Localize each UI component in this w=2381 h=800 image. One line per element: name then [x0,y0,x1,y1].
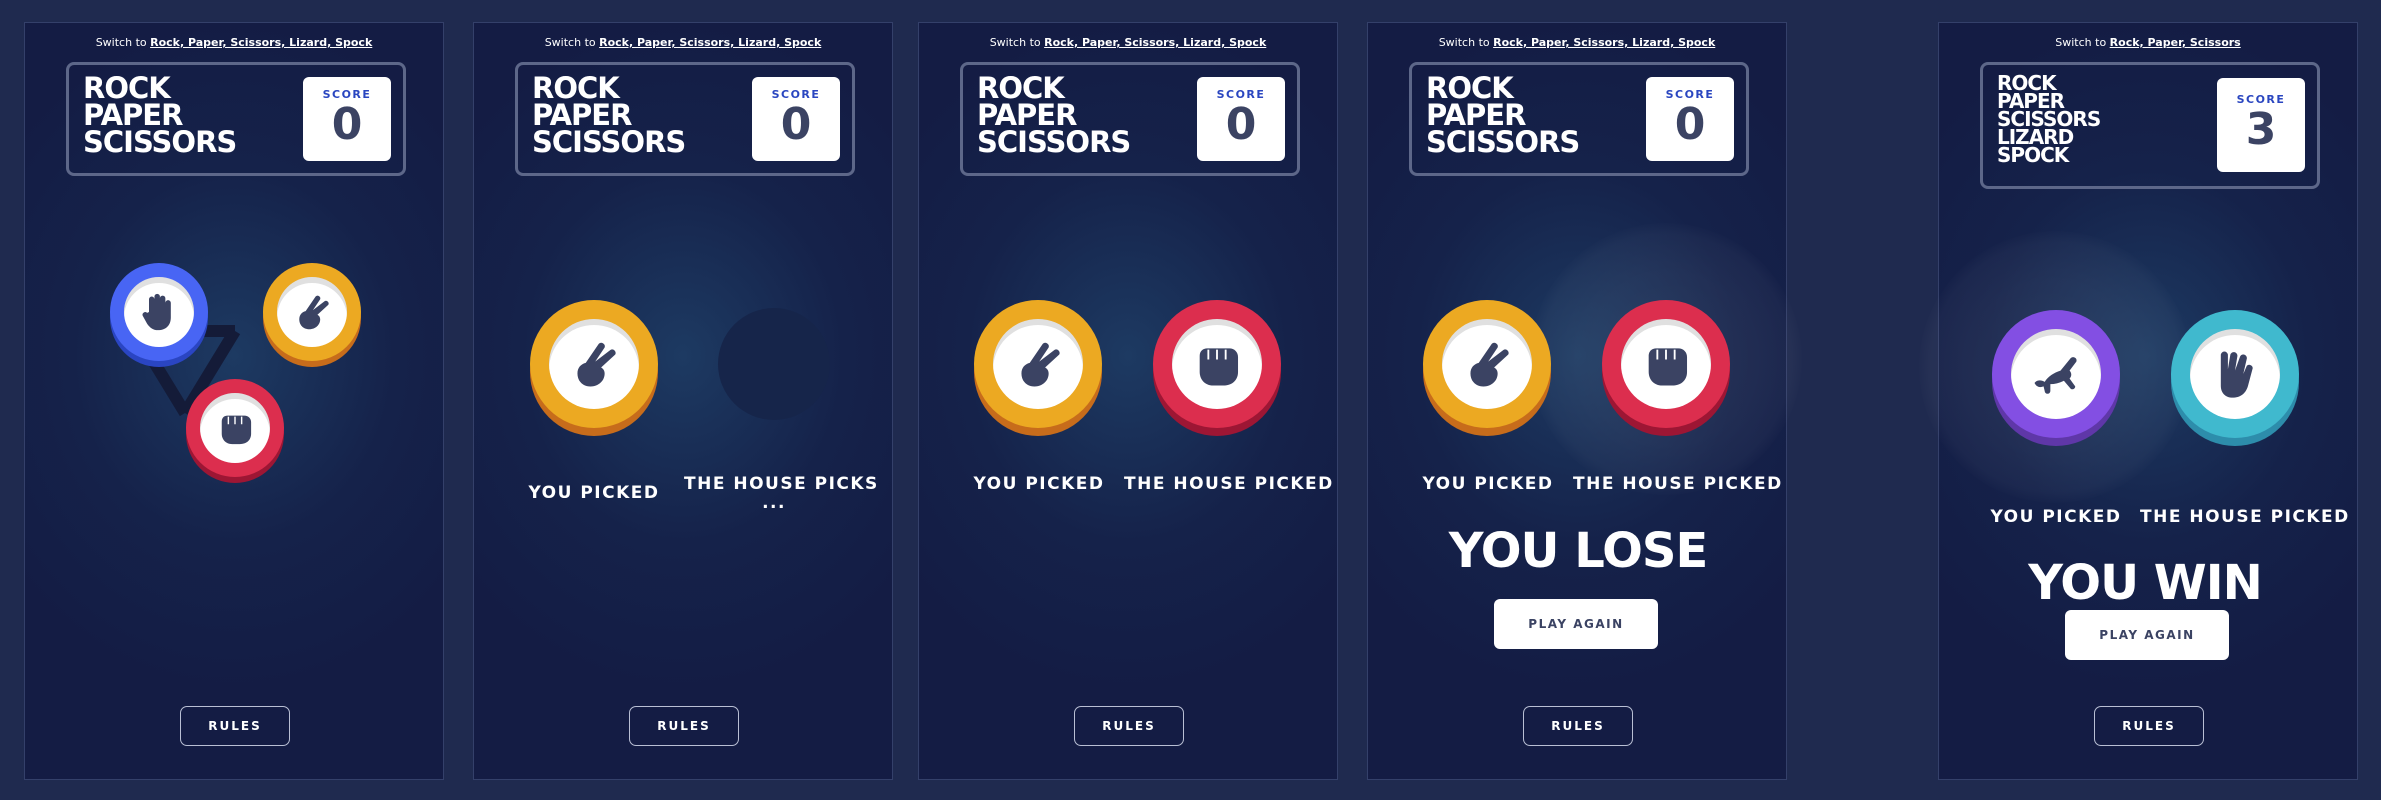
result-text: YOU WIN [2028,555,2263,611]
play-again-button[interactable]: PLAY AGAIN [1494,599,1658,649]
you-picked-scissors-token [530,300,658,428]
game-title: ROCK PAPER SCISSORS [83,74,237,159]
switch-mode-line: Switch to Rock, Paper, Scissors [1939,36,2357,49]
score-header: ROCK PAPER SCISSORS SCORE 0 [515,62,855,176]
score-box: SCORE 0 [752,77,840,161]
rock-token[interactable] [186,379,284,477]
game-title: ROCK PAPER SCISSORS LIZARD SPOCK [1997,73,2101,167]
house-picked-rock-token [1602,300,1730,428]
score-header: ROCK PAPER SCISSORS SCORE 0 [960,62,1300,176]
result-text: YOU LOSE [1448,523,1709,579]
switch-prefix: Switch to [1438,36,1494,49]
rules-button[interactable]: RULES [1523,706,1633,746]
scissors-hand-icon [1021,342,1060,387]
house-picked-spock-token [2171,310,2299,438]
switch-prefix: Switch to [2055,36,2110,49]
score-value: 3 [2245,104,2277,155]
rules-button[interactable]: RULES [180,706,290,746]
score-header: ROCK PAPER SCISSORS LIZARD SPOCK SCORE 3 [1980,62,2320,189]
title-line: SCISSORS [1426,125,1580,159]
rock-fist-icon [1199,347,1239,386]
switch-mode-link[interactable]: Rock, Paper, Scissors, Lizard, Spock [1044,36,1266,49]
score-box: SCORE 0 [1197,77,1285,161]
game-panel-5: Switch to Rock, Paper, Scissors ROCK PAP… [1919,22,2358,780]
score-header: ROCK PAPER SCISSORS SCORE 0 [1409,62,1749,176]
game-panel-4: Switch to Rock, Paper, Scissors, Lizard,… [1367,22,1802,780]
house-picked-label: THE HOUSE PICKED [1573,474,1783,494]
you-picked-label: YOU PICKED [1990,507,2122,527]
you-picked-label: YOU PICKED [528,483,660,503]
rules-button[interactable]: RULES [2094,706,2204,746]
paper-hand-icon [142,293,171,331]
title-line: SCISSORS [532,125,686,159]
score-box: SCORE 3 [2217,78,2305,172]
game-panel-2: Switch to Rock, Paper, Scissors, Lizard,… [473,22,893,780]
lizard-hand-icon [2034,357,2077,394]
title-line: SPOCK [1997,143,2069,167]
rules-button[interactable]: RULES [629,706,739,746]
game-panel-3: Switch to Rock, Paper, Scissors, Lizard,… [918,22,1338,780]
you-picked-label: YOU PICKED [973,474,1105,494]
scissors-hand-icon [299,295,329,330]
house-picks-dots: ... [762,493,786,513]
you-picked-lizard-token [1992,310,2120,438]
switch-prefix: Switch to [544,36,600,49]
scissors-hand-icon [577,342,616,387]
game-panel-1: Switch to Rock, Paper, Scissors, Lizard,… [24,22,444,780]
house-picks-label: THE HOUSE PICKS [684,474,879,494]
switch-mode-link[interactable]: Rock, Paper, Scissors [2110,36,2241,49]
game-title: ROCK PAPER SCISSORS [977,74,1131,159]
rules-button[interactable]: RULES [1074,706,1184,746]
score-value: 0 [1225,99,1257,150]
score-header: ROCK PAPER SCISSORS SCORE 0 [66,62,406,176]
score-value: 0 [780,99,812,150]
score-box: SCORE 0 [303,77,391,161]
score-value: 0 [1674,99,1706,150]
house-empty-slot [718,308,830,420]
switch-prefix: Switch to [95,36,151,49]
rock-fist-icon [1648,347,1688,386]
game-title: ROCK PAPER SCISSORS [532,74,686,159]
you-picked-label: YOU PICKED [1422,474,1554,494]
switch-mode-line: Switch to Rock, Paper, Scissors, Lizard,… [1368,36,1786,49]
score-value: 0 [331,99,363,150]
spock-hand-icon [2220,351,2253,398]
scissors-hand-icon [1470,342,1509,387]
house-picked-label: THE HOUSE PICKED [2140,507,2350,527]
title-line: SCISSORS [977,125,1131,159]
switch-prefix: Switch to [989,36,1045,49]
switch-mode-line: Switch to Rock, Paper, Scissors, Lizard,… [919,36,1337,49]
switch-mode-link[interactable]: Rock, Paper, Scissors, Lizard, Spock [599,36,821,49]
you-picked-scissors-token [1423,300,1551,428]
title-line: SCISSORS [83,125,237,159]
play-again-button[interactable]: PLAY AGAIN [2065,610,2229,660]
paper-token[interactable] [110,263,208,361]
house-picked-label: THE HOUSE PICKED [1124,474,1334,494]
house-picked-rock-token [1153,300,1281,428]
switch-mode-line: Switch to Rock, Paper, Scissors, Lizard,… [25,36,443,49]
switch-mode-link[interactable]: Rock, Paper, Scissors, Lizard, Spock [1493,36,1715,49]
game-title: ROCK PAPER SCISSORS [1426,74,1580,159]
score-box: SCORE 0 [1646,77,1734,161]
switch-mode-link[interactable]: Rock, Paper, Scissors, Lizard, Spock [150,36,372,49]
rock-fist-icon [221,415,252,445]
you-picked-scissors-token [974,300,1102,428]
scissors-token[interactable] [263,263,361,361]
switch-mode-line: Switch to Rock, Paper, Scissors, Lizard,… [474,36,892,49]
